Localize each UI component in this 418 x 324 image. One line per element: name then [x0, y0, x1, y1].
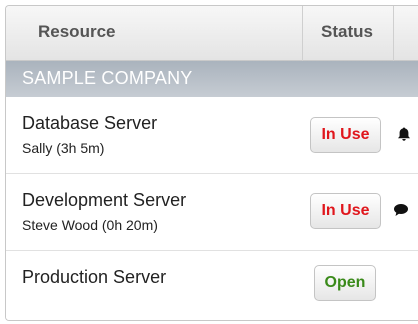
table-row[interactable]: Database Server Sally (3h 5m) In Use — [6, 97, 418, 174]
resource-user: Sally (3h 5m) — [22, 140, 105, 156]
resource-name: Production Server — [22, 267, 167, 287]
resource-table: Resource Status SAMPLE COMPANY Database … — [5, 5, 418, 321]
table-row[interactable]: Development Server Steve Wood (0h 20m) I… — [6, 174, 418, 251]
column-divider — [393, 6, 394, 61]
bell-icon[interactable] — [396, 126, 412, 142]
resource-column-header[interactable]: Resource — [38, 22, 115, 42]
resource-user: Steve Wood (0h 20m) — [22, 217, 158, 233]
status-column-header[interactable]: Status — [321, 22, 373, 42]
table-header: Resource Status — [6, 6, 418, 61]
resource-name: Development Server — [22, 190, 187, 210]
status-button[interactable]: Open — [314, 265, 376, 301]
status-button[interactable]: In Use — [310, 193, 381, 229]
group-name: SAMPLE COMPANY — [22, 68, 193, 88]
status-button[interactable]: In Use — [310, 117, 381, 153]
table-row[interactable]: Production Server Open — [6, 251, 418, 320]
resource-name: Database Server — [22, 113, 158, 133]
column-divider — [302, 6, 303, 61]
comment-icon[interactable] — [393, 202, 409, 218]
group-header: SAMPLE COMPANY — [6, 61, 418, 97]
